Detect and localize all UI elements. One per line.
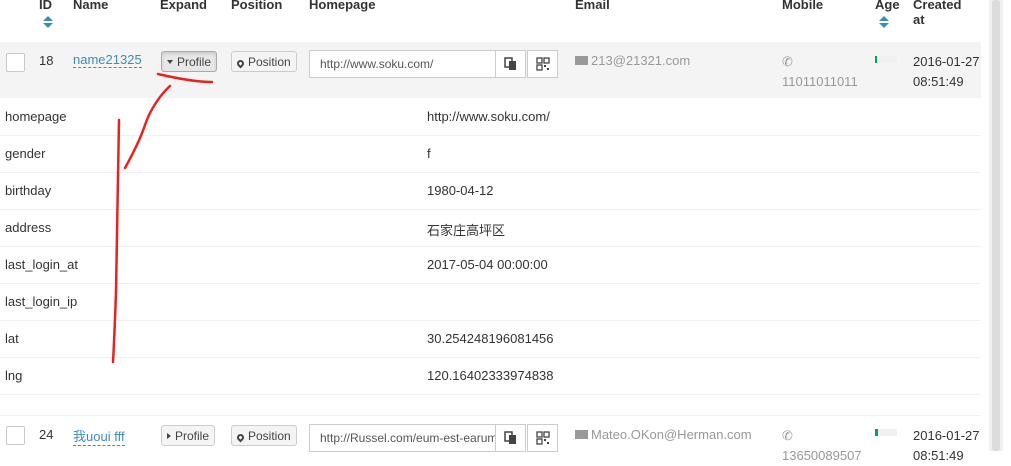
qrcode-icon	[536, 57, 550, 71]
created-at-cell: 2016-01-27 08:51:49	[913, 428, 980, 463]
profile-key: homepage	[5, 109, 67, 124]
mobile-cell: ✆ 13650089507	[782, 428, 862, 463]
column-id[interactable]: ID	[39, 0, 52, 12]
envelope-icon	[575, 430, 588, 439]
profile-value: 1980-04-12	[427, 183, 494, 198]
map-marker-icon	[235, 432, 246, 443]
profile-row: birthday 1980-04-12	[0, 172, 981, 210]
profile-expand-button[interactable]: Profile	[161, 51, 218, 72]
qrcode-button[interactable]	[527, 50, 558, 78]
profile-value: http://www.soku.com/	[427, 109, 550, 124]
profile-row: lat 30.254248196081456	[0, 320, 981, 358]
profile-value: 2017-05-04 00:00:00	[427, 257, 548, 272]
column-name: Name	[73, 0, 109, 12]
row-id: 18	[39, 53, 54, 68]
scrollbar-thumb[interactable]	[992, 0, 1000, 451]
profile-key: gender	[5, 146, 46, 161]
copy-button[interactable]	[495, 424, 526, 452]
copy-icon	[504, 57, 516, 70]
profile-key: address	[5, 220, 52, 235]
profile-value: f	[427, 146, 431, 161]
profile-row: lng 120.16402333974838	[0, 357, 981, 395]
name-editable-link[interactable]: name21325	[73, 52, 142, 68]
phone-icon: ✆	[782, 428, 793, 443]
created-at-cell: 2016-01-27 08:51:49	[913, 54, 980, 89]
map-marker-icon	[235, 58, 246, 69]
column-created-at: Created at	[913, 0, 962, 27]
profile-key: last_login_ip	[5, 294, 78, 309]
envelope-icon	[575, 56, 588, 65]
profile-row: gender f	[0, 135, 981, 173]
table-row: 18 name21325 Profile Position http://www…	[0, 42, 981, 98]
table-row: 24 我uoui fff Profile Position http://Rus…	[0, 415, 981, 463]
homepage-input[interactable]: http://www.soku.com/	[309, 50, 496, 78]
column-homepage: Homepage	[309, 0, 376, 12]
copy-icon	[504, 431, 516, 444]
profile-row: homepage http://www.soku.com/	[0, 98, 981, 136]
caret-right-icon	[167, 433, 171, 439]
sort-icon[interactable]	[43, 16, 53, 30]
profile-row: last_login_at 2017-05-04 00:00:00	[0, 246, 981, 284]
sort-icon[interactable]	[879, 16, 889, 30]
profile-key: lat	[5, 331, 19, 346]
profile-key: lng	[5, 368, 23, 383]
profile-key: last_login_at	[5, 257, 78, 272]
profile-expand-button[interactable]: Profile	[161, 425, 216, 446]
age-progress-fill	[875, 429, 878, 436]
column-expand: Expand	[160, 0, 207, 12]
profile-row: address 石家庄高坪区	[0, 209, 981, 247]
email-cell: 213@21321.com	[575, 53, 690, 68]
row-id: 24	[39, 427, 54, 442]
profile-value: 30.254248196081456	[427, 331, 554, 346]
age-progress-fill	[875, 56, 877, 63]
caret-down-icon	[167, 60, 173, 64]
table-header: ID Name Expand Position Homepage Email M…	[0, 0, 981, 40]
vertical-scrollbar[interactable]	[981, 0, 1011, 451]
column-email: Email	[575, 0, 610, 12]
profile-value: 120.16402333974838	[427, 368, 554, 383]
position-button[interactable]: Position	[231, 51, 297, 72]
email-cell: Mateo.OKon@Herman.com	[575, 427, 752, 442]
homepage-input[interactable]: http://Russel.com/eum-est-earum	[309, 424, 496, 452]
age-progress	[875, 56, 897, 63]
data-grid: ID Name Expand Position Homepage Email M…	[0, 0, 981, 463]
phone-icon: ✆	[782, 54, 793, 69]
qrcode-button[interactable]	[527, 424, 558, 452]
mobile-cell: ✆ 11011011011	[782, 54, 858, 89]
name-editable-link[interactable]: 我uoui fff	[73, 426, 125, 446]
age-progress	[875, 429, 897, 436]
position-button[interactable]: Position	[231, 425, 297, 446]
column-position: Position	[231, 0, 283, 12]
profile-value: 石家庄高坪区	[427, 223, 506, 238]
profile-row: last_login_ip	[0, 283, 981, 321]
row-checkbox[interactable]	[6, 53, 25, 72]
copy-button[interactable]	[495, 50, 526, 78]
profile-key: birthday	[5, 183, 52, 198]
column-mobile: Mobile	[782, 0, 824, 12]
column-age[interactable]: Age	[875, 0, 900, 12]
qrcode-icon	[536, 431, 550, 445]
row-checkbox[interactable]	[6, 426, 25, 445]
